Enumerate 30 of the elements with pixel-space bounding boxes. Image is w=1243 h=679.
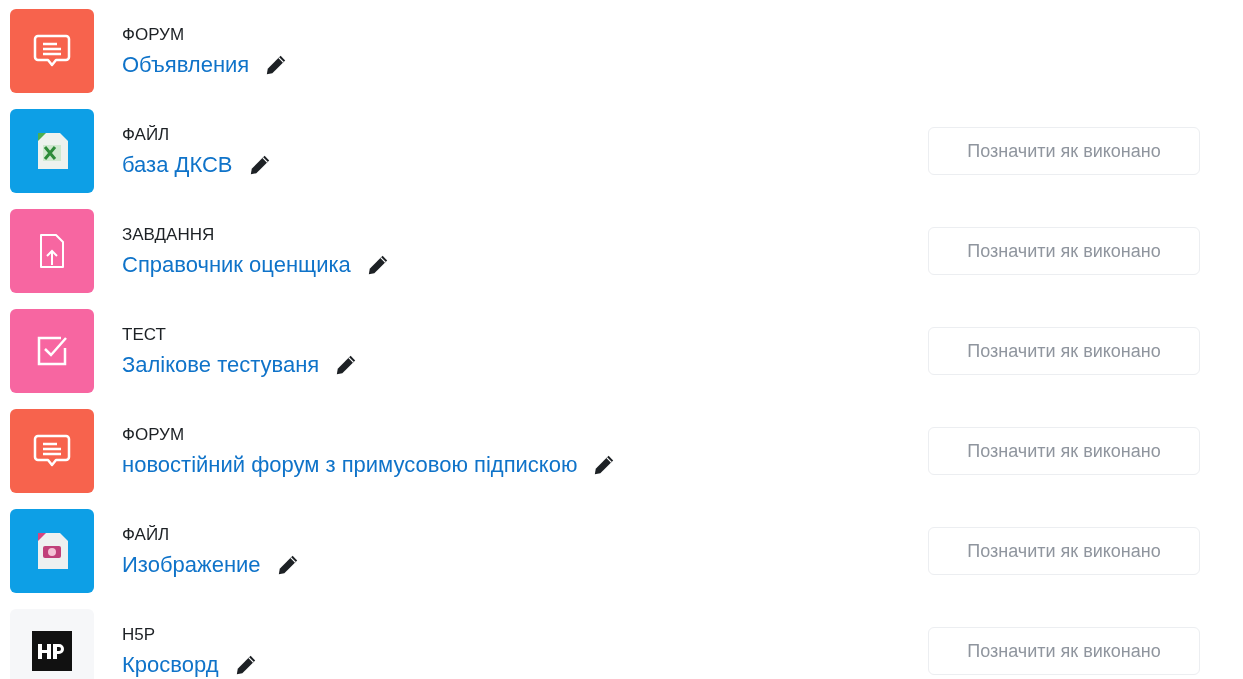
- mark-done-button[interactable]: Позначити як виконано: [928, 327, 1200, 375]
- pencil-icon[interactable]: [248, 153, 271, 176]
- activity-name-link[interactable]: Объявления: [122, 50, 250, 79]
- activity-name-link[interactable]: Залікове тестуваня: [122, 350, 320, 379]
- mark-done-button[interactable]: Позначити як виконано: [928, 527, 1200, 575]
- mark-done-button[interactable]: Позначити як виконано: [928, 627, 1200, 675]
- activity-type-label: ЗАВДАННЯ: [122, 223, 216, 245]
- activity-type-label: ТЕСТ: [122, 323, 167, 345]
- pencil-icon[interactable]: [265, 53, 288, 76]
- activity-type-label: H5P: [122, 623, 157, 645]
- activity-type-label: ФОРУМ: [122, 423, 186, 445]
- pencil-icon[interactable]: [366, 253, 389, 276]
- pencil-icon[interactable]: [276, 553, 299, 576]
- activity-type-label: ФОРУМ: [122, 23, 186, 45]
- mark-done-button[interactable]: Позначити як виконано: [928, 427, 1200, 475]
- h5p-logo-icon: [32, 631, 72, 671]
- pencil-icon[interactable]: [335, 353, 358, 376]
- pencil-icon[interactable]: [593, 453, 616, 476]
- file-upload-icon: [38, 233, 66, 269]
- checkbox-icon: [35, 334, 69, 368]
- activity-name-link[interactable]: Изображение: [122, 550, 261, 579]
- mark-done-button[interactable]: Позначити як виконано: [928, 227, 1200, 275]
- activity-type-label: ФАЙЛ: [122, 123, 171, 145]
- activity-name-link[interactable]: Кросворд: [122, 650, 219, 679]
- activity-name-link[interactable]: новостійний форум з примусовою підпискою: [122, 450, 578, 479]
- activity-name-link[interactable]: Справочник оценщика: [122, 250, 351, 279]
- mark-done-button[interactable]: Позначити як виконано: [928, 127, 1200, 175]
- activity-name-link[interactable]: база ДКСВ: [122, 150, 233, 179]
- pencil-icon[interactable]: [234, 653, 257, 676]
- activity-type-label: ФАЙЛ: [122, 523, 171, 545]
